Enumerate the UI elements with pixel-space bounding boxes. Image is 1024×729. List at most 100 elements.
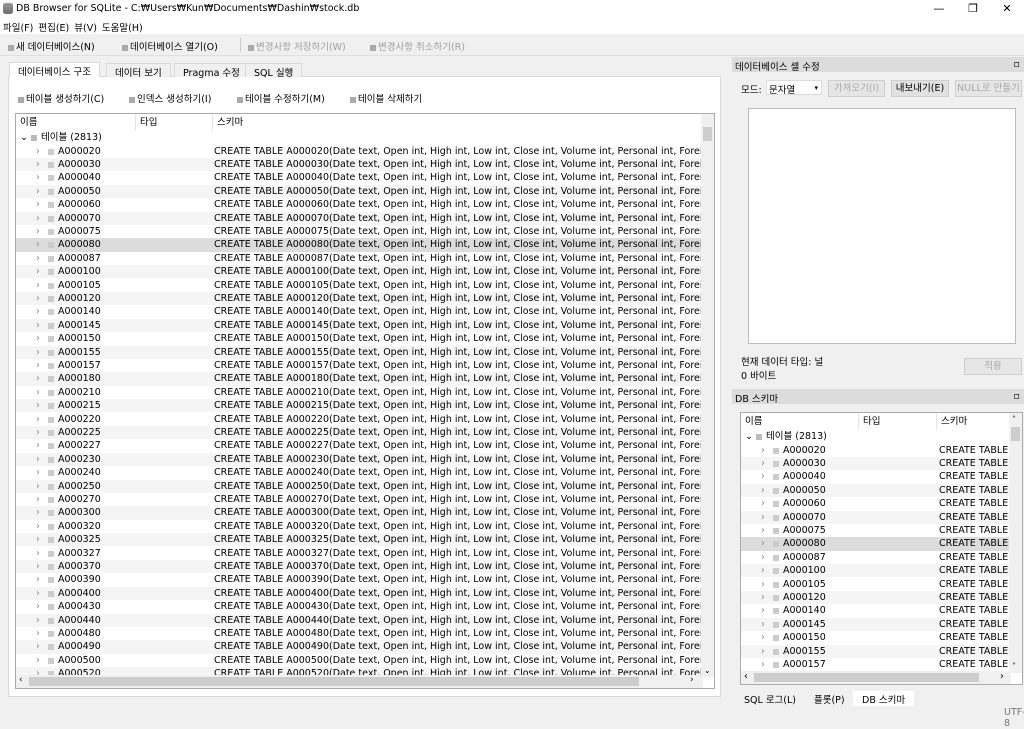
table-row[interactable]: › A000400 CREATE TABLE A000400(Date text… <box>16 586 703 601</box>
chevron-right-icon[interactable]: › <box>36 480 40 493</box>
chevron-right-icon[interactable]: › <box>36 399 40 412</box>
table-row[interactable]: › A000440 CREATE TABLE A000440(Date text… <box>16 613 703 627</box>
table-row[interactable]: › A000105 CREATE TABLE A000105(Date text… <box>16 279 703 292</box>
table-row[interactable]: › A000030 CREATE TABLE A000030(Date text… <box>16 157 703 172</box>
table-row[interactable]: › A000060 CREATE TABLE A000060(Date text… <box>16 198 703 211</box>
chevron-right-icon[interactable]: › <box>36 533 40 546</box>
chevron-right-icon[interactable]: › <box>761 511 765 524</box>
vertical-scrollbar[interactable]: ˄ ˅ <box>1009 413 1022 673</box>
table-row[interactable]: › A000030 CREATE TABLE .. <box>741 456 1011 471</box>
table-row[interactable]: › A000390 CREATE TABLE A000390(Date text… <box>16 573 703 586</box>
table-row[interactable]: › A000075 CREATE TABLE .. <box>741 524 1011 537</box>
table-row[interactable]: › A000140 CREATE TABLE A000140(Date text… <box>16 305 703 318</box>
chevron-right-icon[interactable]: › <box>36 171 40 184</box>
table-row[interactable]: › A000050 CREATE TABLE A000050(Date text… <box>16 184 703 199</box>
chevron-right-icon[interactable]: › <box>36 493 40 506</box>
chevron-right-icon[interactable]: › <box>761 484 765 497</box>
chevron-right-icon[interactable]: › <box>36 547 40 560</box>
vertical-scrollbar[interactable]: ⌄ <box>701 114 714 677</box>
chevron-right-icon[interactable]: › <box>36 305 40 318</box>
table-row[interactable]: › A000040 CREATE TABLE A000040(Date text… <box>16 171 703 184</box>
chevron-right-icon[interactable]: › <box>36 453 40 466</box>
db-schema-tree[interactable]: 이름 타입 스키마 ⌄ 테이블 (2813) › A000020 CREATE … <box>740 412 1023 685</box>
tab-execute-sql[interactable]: SQL 실행 <box>245 63 303 79</box>
table-row[interactable]: › A000270 CREATE TABLE A000270(Date text… <box>16 493 703 506</box>
column-header-name[interactable]: 이름 <box>16 114 136 131</box>
chevron-right-icon[interactable]: › <box>761 470 765 483</box>
apply-button[interactable]: 적용 <box>964 358 1022 375</box>
chevron-right-icon[interactable]: › <box>36 506 40 519</box>
set-null-button[interactable]: NULL로 만들기 <box>955 80 1022 97</box>
chevron-right-icon[interactable]: › <box>36 238 40 251</box>
tab-edit-pragmas[interactable]: Pragma 수정 <box>174 63 249 79</box>
chevron-right-icon[interactable]: › <box>36 627 40 640</box>
chevron-right-icon[interactable]: › <box>761 604 765 617</box>
chevron-right-icon[interactable]: › <box>36 198 40 211</box>
minimize-button[interactable]: — <box>922 0 956 18</box>
column-header-schema[interactable]: 스키마 <box>213 114 703 131</box>
create-table-button[interactable]: 테이블 생성하기(C) <box>18 91 104 105</box>
chevron-right-icon[interactable]: › <box>36 466 40 479</box>
chevron-right-icon[interactable]: › <box>36 439 40 452</box>
table-row[interactable]: › A000050 CREATE TABLE .. <box>741 483 1011 498</box>
scroll-left-icon[interactable]: ‹ <box>744 671 748 682</box>
chevron-right-icon[interactable]: › <box>36 600 40 613</box>
write-changes-button[interactable]: 변경사항 저장하기(W) <box>248 39 346 53</box>
table-row[interactable]: › A000227 CREATE TABLE A000227(Date text… <box>16 439 703 452</box>
table-row[interactable]: › A000210 CREATE TABLE A000210(Date text… <box>16 386 703 399</box>
chevron-right-icon[interactable]: › <box>36 640 40 653</box>
table-row[interactable]: › A000075 CREATE TABLE A000075(Date text… <box>16 225 703 238</box>
tab-browse-data[interactable]: 데이터 보기 <box>106 63 171 79</box>
table-row[interactable]: › A000325 CREATE TABLE A000325(Date text… <box>16 533 703 547</box>
table-row[interactable]: › A000155 CREATE TABLE A000155(Date text… <box>16 345 703 359</box>
chevron-right-icon[interactable]: › <box>761 537 765 550</box>
chevron-right-icon[interactable]: › <box>36 158 40 171</box>
table-row[interactable]: › A000240 CREATE TABLE A000240(Date text… <box>16 466 703 479</box>
table-row[interactable]: › A000145 CREATE TABLE A000145(Date text… <box>16 318 703 333</box>
table-row[interactable]: › A000225 CREATE TABLE A000225(Date text… <box>16 425 703 440</box>
table-row[interactable]: › A000300 CREATE TABLE A000300(Date text… <box>16 506 703 520</box>
table-row[interactable]: › A000250 CREATE TABLE A000250(Date text… <box>16 479 703 493</box>
h-scroll-thumb[interactable] <box>29 677 639 686</box>
tab-db-schema[interactable]: DB 스키마 <box>853 691 915 706</box>
table-row[interactable]: › A000490 CREATE TABLE A000490(Date text… <box>16 640 703 654</box>
dock-float-icon[interactable]: ▫ <box>1014 59 1020 70</box>
scroll-thumb[interactable] <box>703 127 712 141</box>
chevron-right-icon[interactable]: › <box>36 185 40 198</box>
chevron-right-icon[interactable]: › <box>761 578 765 591</box>
table-row[interactable]: › A000500 CREATE TABLE A000500(Date text… <box>16 654 703 667</box>
chevron-right-icon[interactable]: › <box>761 444 765 457</box>
table-row[interactable]: › A000080 CREATE TABLE .. <box>741 537 1011 551</box>
chevron-right-icon[interactable]: › <box>36 279 40 292</box>
new-database-button[interactable]: 새 데이터베이스(N) <box>8 39 95 53</box>
chevron-right-icon[interactable]: › <box>761 591 765 604</box>
chevron-right-icon[interactable]: › <box>36 386 40 399</box>
tab-plot[interactable]: 플롯(P) <box>805 691 854 706</box>
chevron-right-icon[interactable]: › <box>36 614 40 627</box>
revert-changes-button[interactable]: 변경사항 취소하기(R) <box>370 39 465 53</box>
chevron-right-icon[interactable]: › <box>36 319 40 332</box>
tab-sql-log[interactable]: SQL 로그(L) <box>735 691 805 706</box>
chevron-right-icon[interactable]: › <box>36 346 40 359</box>
restore-button[interactable]: ❐ <box>956 0 990 18</box>
table-row[interactable]: › A000020 CREATE TABLE .. <box>741 444 1011 457</box>
chevron-right-icon[interactable]: › <box>36 359 40 372</box>
scroll-thumb[interactable] <box>1011 427 1020 441</box>
table-row[interactable]: › A000220 CREATE TABLE A000220(Date text… <box>16 413 703 426</box>
table-row[interactable]: › A000120 CREATE TABLE .. <box>741 590 1011 605</box>
modify-table-button[interactable]: 테이블 수정하기(M) <box>237 91 325 105</box>
schema-tree[interactable]: 이름 타입 스키마 ⌄ 테이블 (2813) › A000020 CREATE … <box>15 113 715 689</box>
chevron-right-icon[interactable]: › <box>36 372 40 385</box>
table-row[interactable]: › A000140 CREATE TABLE .. <box>741 604 1011 617</box>
table-row[interactable]: › A000150 CREATE TABLE .. <box>741 631 1011 644</box>
chevron-right-icon[interactable]: › <box>36 292 40 305</box>
scroll-right-icon[interactable]: › <box>1000 671 1004 682</box>
column-header-type[interactable]: 타입 <box>859 413 937 430</box>
table-row[interactable]: › A000070 CREATE TABLE .. <box>741 510 1011 524</box>
table-row[interactable]: › A000100 CREATE TABLE .. <box>741 564 1011 578</box>
menu-help[interactable]: 도움말(H) <box>99 18 145 34</box>
table-row[interactable]: › A000145 CREATE TABLE .. <box>741 617 1011 632</box>
table-row[interactable]: › A000040 CREATE TABLE .. <box>741 470 1011 483</box>
table-row[interactable]: › A000430 CREATE TABLE A000430(Date text… <box>16 600 703 613</box>
tab-database-structure[interactable]: 데이터베이스 구조 <box>9 62 100 78</box>
